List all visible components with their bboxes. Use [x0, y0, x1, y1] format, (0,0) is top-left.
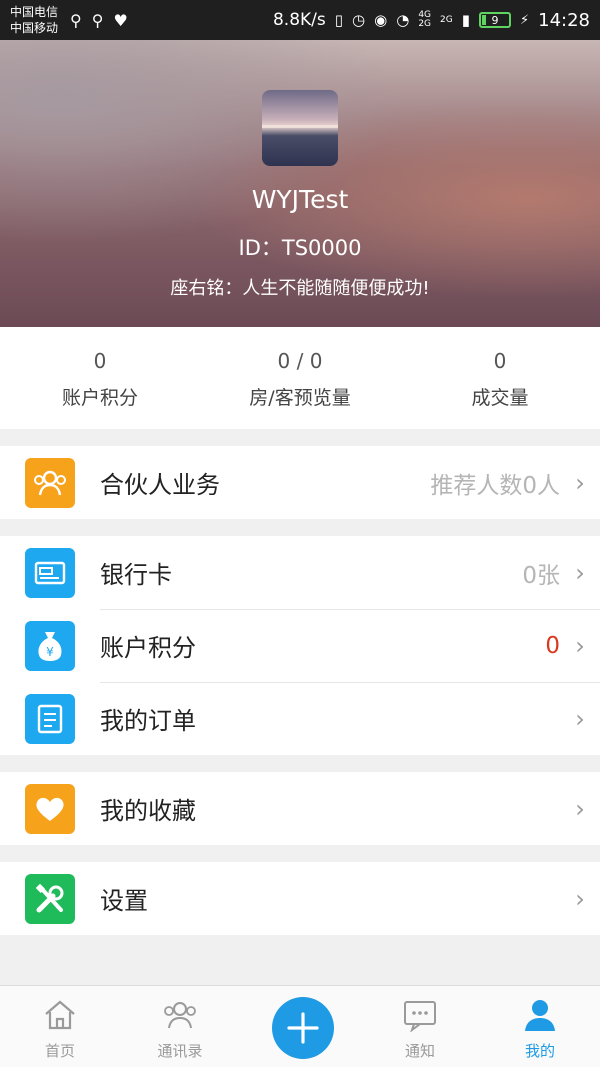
bank-card-icon: [25, 547, 75, 598]
nav-label: 我的: [524, 1042, 555, 1060]
menu-group-favorites: 我的收藏 ›: [0, 772, 600, 845]
stat-deals[interactable]: 0 成交量: [400, 327, 600, 429]
network-speed: 8.8K/s: [272, 10, 326, 30]
user-icon: [523, 996, 557, 1034]
username: WYJTest: [251, 185, 349, 214]
profile-header: WYJTest ID：TS0000 座右铭：人生不能随随便便成功!: [0, 40, 600, 327]
carrier-2: 中国移动: [10, 21, 59, 35]
avatar[interactable]: [262, 90, 338, 166]
menu-item-bank-card[interactable]: 银行卡 0张 ›: [0, 536, 600, 609]
menu-item-value: 0张: [522, 562, 560, 589]
stat-value: 0: [493, 349, 507, 373]
stat-points[interactable]: 0 账户积分: [0, 327, 200, 429]
charging-icon: ⚡: [519, 12, 530, 28]
stat-value: 0 / 0: [277, 349, 323, 373]
stat-views[interactable]: 0 / 0 房/客预览量: [200, 327, 400, 429]
menu-item-label: 账户积分: [100, 634, 196, 662]
chevron-right-icon: ›: [575, 794, 585, 823]
nav-label: 首页: [44, 1042, 75, 1060]
chevron-right-icon: ›: [575, 631, 585, 660]
wifi-icon: ◔: [396, 11, 410, 29]
menu-item-label: 合伙人业务: [100, 471, 220, 499]
battery-icon: 9: [478, 12, 511, 28]
status-right: 8.8K/s ▯ ◷ ◉ ◔ 4G 2G 2G ▮ 9 ⚡ 14:28: [273, 10, 590, 31]
signal-icon: ▮: [461, 11, 470, 29]
menu-group-account: 银行卡 0张 › ¥ 账户积分 0 › 我的订单 ›: [0, 536, 600, 755]
stat-label: 房/客预览量: [249, 387, 351, 409]
nav-label: 通知: [404, 1042, 435, 1060]
nav-home[interactable]: 首页: [0, 986, 120, 1067]
vibrate-icon: ▯: [334, 11, 344, 29]
svg-text:¥: ¥: [46, 645, 54, 659]
user-motto: 座右铭：人生不能随随便便成功!: [170, 278, 430, 299]
stats-bar: 0 账户积分 0 / 0 房/客预览量 0 成交量: [0, 327, 600, 429]
heart-icon: [25, 783, 75, 834]
status-bar: 中国电信 中国移动 ⚲ ⚲ ♥ 8.8K/s ▯ ◷ ◉ ◔ 4G 2G 2G …: [0, 0, 600, 40]
health-icon: ♥: [113, 10, 128, 30]
nav-mine[interactable]: 我的: [480, 986, 600, 1067]
menu-item-label: 我的订单: [100, 707, 196, 735]
nav-contacts[interactable]: 通讯录: [120, 986, 240, 1067]
menu-item-label: 银行卡: [100, 561, 172, 589]
nav-label: 通讯录: [157, 1042, 203, 1060]
menu-item-label: 我的收藏: [100, 797, 196, 825]
stat-label: 账户积分: [61, 387, 138, 409]
home-icon: [42, 996, 78, 1034]
contacts-icon: [161, 996, 199, 1034]
menu-item-points[interactable]: ¥ 账户积分 0 ›: [0, 609, 600, 682]
network-type-2g: 2G: [418, 19, 432, 29]
network-type-label-2: 2G: [440, 14, 453, 25]
menu-item-settings[interactable]: 设置 ›: [0, 862, 600, 935]
network-type-2g-b: 2G: [440, 14, 453, 25]
menu-item-favorites[interactable]: 我的收藏 ›: [0, 772, 600, 845]
stat-label: 成交量: [471, 387, 529, 409]
chevron-right-icon: ›: [575, 468, 585, 497]
menu-group-partner: 合伙人业务 推荐人数0人 ›: [0, 446, 600, 519]
user-id: ID：TS0000: [238, 236, 362, 260]
plus-icon: [287, 1012, 319, 1044]
menu-item-value: 0: [545, 632, 560, 659]
menu-item-partner[interactable]: 合伙人业务 推荐人数0人 ›: [0, 446, 600, 519]
partner-icon: [25, 457, 75, 508]
add-button[interactable]: [272, 997, 334, 1059]
chevron-right-icon: ›: [575, 704, 585, 733]
tools-icon: [25, 873, 75, 924]
money-bag-icon: ¥: [25, 620, 75, 671]
message-icon: [402, 996, 438, 1034]
eye-icon: ◉: [374, 11, 388, 29]
usb-icon: ⚲: [91, 10, 104, 30]
chevron-right-icon: ›: [575, 558, 585, 587]
battery-level: 9: [491, 13, 499, 27]
nav-notifications[interactable]: 通知: [360, 986, 480, 1067]
menu-item-orders[interactable]: 我的订单 ›: [0, 682, 600, 755]
menu-item-value: 推荐人数0人: [430, 472, 560, 499]
network-type-label: 4G 2G: [418, 11, 431, 29]
order-list-icon: [25, 693, 75, 744]
usb-icon: ⚲: [70, 10, 82, 30]
chevron-right-icon: ›: [575, 884, 585, 913]
menu-item-label: 设置: [100, 887, 148, 915]
alarm-icon: ◷: [352, 11, 366, 29]
clock: 14:28: [538, 9, 590, 31]
notification-icons: ⚲ ⚲ ♥: [70, 11, 128, 30]
carrier-1: 中国电信: [10, 5, 59, 19]
carrier-info: 中国电信 中国移动: [10, 4, 58, 36]
stat-value: 0: [93, 349, 107, 373]
menu-group-settings: 设置 ›: [0, 862, 600, 935]
